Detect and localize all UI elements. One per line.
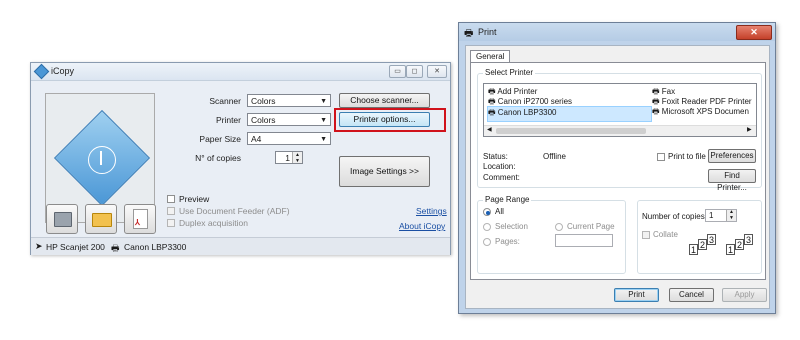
printer-select[interactable]: Colors ▼ bbox=[247, 113, 331, 126]
close-icon[interactable]: ✕ bbox=[736, 25, 772, 40]
printer-select-value: Colors bbox=[251, 115, 276, 125]
horizontal-scrollbar[interactable]: ◀ ▶ bbox=[484, 125, 756, 136]
choose-scanner-button[interactable]: Choose scanner... bbox=[339, 93, 430, 108]
collate-checkbox[interactable] bbox=[642, 231, 650, 239]
scanner-label: Scanner bbox=[209, 96, 241, 106]
range-all-radio[interactable] bbox=[483, 208, 491, 216]
print-titlebar: 🖶 Print ✕ bbox=[459, 23, 775, 41]
status-label: Status: bbox=[483, 152, 508, 161]
copy-machine-button[interactable] bbox=[46, 204, 78, 234]
icopy-app-icon bbox=[33, 63, 50, 80]
scanner-status-icon: ➤ bbox=[35, 241, 43, 251]
printer-label: Printer bbox=[215, 115, 241, 125]
range-pages-label: Pages: bbox=[495, 237, 520, 246]
open-folder-button[interactable] bbox=[85, 204, 117, 234]
chevron-down-icon: ▼ bbox=[320, 136, 327, 143]
copies-label: N° of copies bbox=[195, 153, 241, 163]
range-current-radio[interactable] bbox=[555, 223, 563, 231]
printer-title-icon: 🖶 bbox=[464, 28, 474, 39]
about-link[interactable]: About iCopy bbox=[399, 221, 445, 231]
paper-size-value: A4 bbox=[251, 134, 262, 144]
status-scanner: HP Scanjet 200 bbox=[46, 242, 105, 252]
collate-pages-icon: 1 2 3 bbox=[689, 234, 716, 255]
power-ring-icon bbox=[88, 146, 116, 174]
print-button[interactable]: Print bbox=[614, 288, 659, 302]
icopy-statusbar: ➤ HP Scanjet 200 🖶 Canon LBP3300 bbox=[31, 237, 450, 255]
page-range-title: Page Range bbox=[483, 195, 532, 204]
status-value: Offline bbox=[543, 152, 566, 161]
copies-input-value: 1 bbox=[709, 211, 714, 220]
duplex-label: Duplex acquisition bbox=[179, 218, 248, 228]
copies-input[interactable]: 1 ▲ ▼ bbox=[705, 209, 737, 222]
range-pages-radio[interactable] bbox=[483, 238, 491, 246]
find-printer-button[interactable]: Find Printer... bbox=[708, 169, 756, 192]
spin-arrows-icon[interactable]: ▲ ▼ bbox=[292, 152, 302, 164]
print-dialog: 🖶 Print ✕ General Select Printer 🖶 Add P… bbox=[458, 22, 776, 314]
chevron-down-icon: ▼ bbox=[320, 117, 327, 124]
copies-stepper[interactable]: 1 ▲ ▼ bbox=[275, 151, 303, 164]
range-selection-label: Selection bbox=[495, 222, 528, 231]
pdf-export-button[interactable]: ⅄ bbox=[124, 204, 156, 234]
copies-value: 1 bbox=[285, 153, 290, 163]
comment-label: Comment: bbox=[483, 173, 520, 182]
collate-pages-icon: 1 2 3 bbox=[726, 234, 753, 255]
collate-label: Collate bbox=[653, 230, 678, 239]
printer-status-icon: 🖶 bbox=[111, 243, 120, 253]
apply-button[interactable]: Apply bbox=[722, 288, 767, 302]
printer-item-xps[interactable]: 🖶 Microsoft XPS Documen bbox=[652, 106, 754, 120]
folder-icon bbox=[92, 213, 112, 227]
preview-checkbox[interactable] bbox=[167, 195, 175, 203]
scroll-left-icon[interactable]: ◀ bbox=[487, 126, 492, 133]
preferences-button[interactable]: Preferences bbox=[708, 149, 756, 163]
print-client: General Select Printer 🖶 Add Printer 🖶 C… bbox=[465, 45, 770, 309]
icopy-title: iCopy bbox=[51, 66, 75, 76]
range-current-label: Current Page bbox=[567, 222, 615, 231]
scroll-right-icon[interactable]: ▶ bbox=[747, 126, 752, 133]
icopy-window: iCopy ▭ ◻ ✕ Scanner Colors ▼ Choose scan… bbox=[30, 62, 451, 255]
preview-label: Preview bbox=[179, 194, 210, 204]
paper-size-label: Paper Size bbox=[199, 134, 241, 144]
close-icon[interactable]: ✕ bbox=[427, 65, 447, 78]
select-printer-title: Select Printer bbox=[483, 68, 536, 77]
range-all-label: All bbox=[495, 207, 504, 216]
scanner-select[interactable]: Colors ▼ bbox=[247, 94, 331, 107]
range-selection-radio[interactable] bbox=[483, 223, 491, 231]
icopy-titlebar: iCopy ▭ ◻ ✕ bbox=[31, 63, 450, 81]
scanner-select-value: Colors bbox=[251, 96, 276, 106]
status-printer: Canon LBP3300 bbox=[124, 242, 187, 252]
scrollbar-thumb[interactable] bbox=[496, 128, 646, 134]
printer-options-button[interactable]: Printer options... bbox=[339, 112, 430, 127]
adf-checkbox[interactable] bbox=[167, 207, 175, 215]
pages-input[interactable] bbox=[555, 234, 613, 247]
general-tab-pane: Select Printer 🖶 Add Printer 🖶 Canon iP2… bbox=[470, 62, 766, 280]
cancel-button[interactable]: Cancel bbox=[669, 288, 714, 302]
spin-arrows-icon[interactable]: ▲ ▼ bbox=[726, 209, 736, 221]
minimize-icon[interactable]: ▭ bbox=[389, 65, 406, 78]
settings-link[interactable]: Settings bbox=[416, 206, 447, 216]
print-to-file-checkbox[interactable] bbox=[657, 153, 665, 161]
copies-label: Number of copies: bbox=[642, 212, 707, 221]
print-title: Print bbox=[478, 27, 497, 37]
location-label: Location: bbox=[483, 162, 516, 171]
paper-size-select[interactable]: A4 ▼ bbox=[247, 132, 331, 145]
printer-list[interactable]: 🖶 Add Printer 🖶 Canon iP2700 series 🖶 Ca… bbox=[483, 83, 757, 137]
tab-general[interactable]: General bbox=[470, 50, 511, 62]
chevron-down-icon: ▼ bbox=[320, 98, 327, 105]
image-settings-button[interactable]: Image Settings >> bbox=[339, 156, 430, 187]
duplex-checkbox[interactable] bbox=[167, 219, 175, 227]
adf-label: Use Document Feeder (ADF) bbox=[179, 206, 290, 216]
maximize-icon[interactable]: ◻ bbox=[406, 65, 423, 78]
print-to-file-label: Print to file bbox=[668, 152, 706, 161]
copier-icon bbox=[54, 212, 72, 227]
printer-item-lbp3300[interactable]: 🖶 Canon LBP3300 bbox=[487, 106, 652, 122]
